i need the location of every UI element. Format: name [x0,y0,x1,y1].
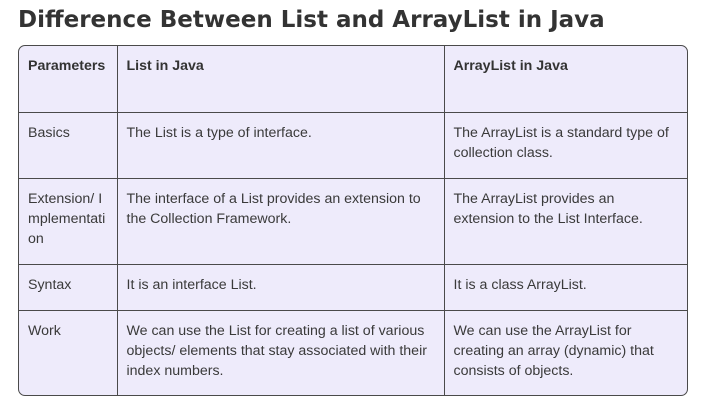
parameter-cell: Basics [19,111,118,179]
header-parameters: Parameters [19,46,118,113]
header-arraylist: ArrayList in Java [443,46,687,113]
list-cell: The List is a type of interface. [116,111,445,179]
comparison-table: Parameters List in Java ArrayList in Jav… [18,45,688,396]
list-cell: We can use the List for creating a list … [116,309,445,395]
arraylist-cell: The ArrayList is a standard type of coll… [443,111,687,179]
arraylist-cell: We can use the ArrayList for creating an… [443,309,687,395]
parameter-cell: Syntax [19,263,118,311]
page-title: Difference Between List and ArrayList in… [18,7,605,33]
arraylist-cell: The ArrayList provides an extension to t… [443,177,687,265]
table-row: Extension/ Implementation The interface … [19,177,687,265]
list-cell: It is an interface List. [116,263,445,311]
list-cell: The interface of a List provides an exte… [116,177,445,265]
parameter-cell: Work [19,309,118,395]
header-list: List in Java [116,46,445,113]
table-row: Syntax It is an interface List. It is a … [19,263,687,311]
table-row: Work We can use the List for creating a … [19,309,687,395]
parameter-cell: Extension/ Implementation [19,177,118,265]
table-row: Basics The List is a type of interface. … [19,111,687,179]
arraylist-cell: It is a class ArrayList. [443,263,687,311]
table-header-row: Parameters List in Java ArrayList in Jav… [19,46,687,113]
